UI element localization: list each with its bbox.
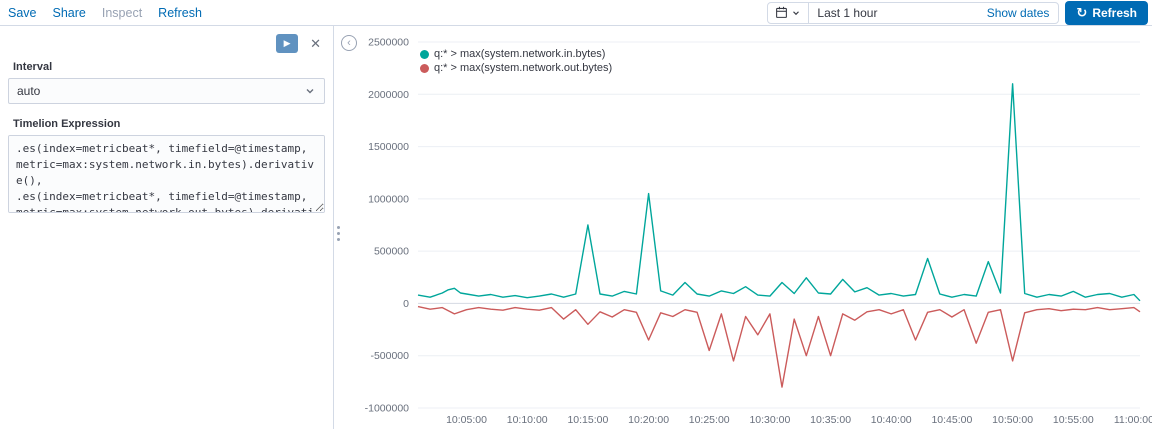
calendar-icon <box>775 6 788 19</box>
play-icon: ▶ <box>284 38 291 49</box>
svg-text:0: 0 <box>403 298 409 310</box>
svg-text:10:25:00: 10:25:00 <box>689 414 730 426</box>
legend-label: q:* > max(system.network.in.bytes) <box>434 48 605 60</box>
timelion-expression-input[interactable]: .es(index=metricbeat*, timefield=@timest… <box>8 135 325 213</box>
legend-item-network-out[interactable]: q:* > max(system.network.out.bytes) <box>420 62 612 74</box>
refresh-button-label: Refresh <box>1092 6 1137 20</box>
chevron-down-icon <box>304 85 316 97</box>
time-controls: Last 1 hour Show dates ↻ Refresh <box>767 1 1148 25</box>
svg-text:2000000: 2000000 <box>368 89 409 101</box>
top-navigation-bar: Save Share Inspect Refresh Last 1 hour S… <box>0 0 1152 26</box>
interval-label: Interval <box>13 61 325 73</box>
svg-text:2500000: 2500000 <box>368 37 409 49</box>
svg-text:10:10:00: 10:10:00 <box>507 414 548 426</box>
svg-text:1000000: 1000000 <box>368 193 409 205</box>
svg-text:10:40:00: 10:40:00 <box>871 414 912 426</box>
svg-text:500000: 500000 <box>374 246 409 258</box>
svg-text:-1000000: -1000000 <box>365 403 410 415</box>
svg-text:10:30:00: 10:30:00 <box>749 414 790 426</box>
svg-text:10:35:00: 10:35:00 <box>810 414 851 426</box>
svg-text:10:15:00: 10:15:00 <box>567 414 608 426</box>
svg-text:-500000: -500000 <box>370 350 409 362</box>
show-dates-button[interactable]: Show dates <box>978 6 1059 20</box>
svg-text:11:00:00: 11:00:00 <box>1114 414 1152 426</box>
timelion-chart[interactable]: 2500000 2000000 1500000 1000000 500000 0 -5000… <box>334 26 1152 429</box>
refresh-icon: ↻ <box>1076 6 1087 19</box>
time-range-value[interactable]: Last 1 hour <box>809 6 977 20</box>
share-button[interactable]: Share <box>53 6 86 20</box>
chevron-down-icon <box>791 8 801 18</box>
save-button[interactable]: Save <box>8 6 37 20</box>
legend-swatch <box>420 64 429 73</box>
legend-swatch <box>420 50 429 59</box>
legend-item-network-in[interactable]: q:* > max(system.network.in.bytes) <box>420 48 612 60</box>
time-range-picker[interactable]: Last 1 hour Show dates <box>767 2 1059 24</box>
chart-legend: q:* > max(system.network.in.bytes) q:* >… <box>420 48 612 74</box>
legend-label: q:* > max(system.network.out.bytes) <box>434 62 612 74</box>
run-expression-button[interactable]: ▶ <box>276 34 298 53</box>
svg-text:1500000: 1500000 <box>368 141 409 153</box>
svg-text:10:55:00: 10:55:00 <box>1053 414 1094 426</box>
expression-label: Timelion Expression <box>13 118 325 130</box>
app-menu: Save Share Inspect Refresh <box>8 6 202 20</box>
svg-text:10:20:00: 10:20:00 <box>628 414 669 426</box>
svg-text:10:45:00: 10:45:00 <box>931 414 972 426</box>
editor-panel-header: ▶ ✕ <box>8 34 323 53</box>
svg-text:10:05:00: 10:05:00 <box>446 414 487 426</box>
inspect-button[interactable]: Inspect <box>102 6 142 20</box>
interval-select[interactable]: auto <box>8 78 325 104</box>
chart-panel: ‹ 25000002000000150000010000005000000-50… <box>334 26 1152 429</box>
quick-select-button[interactable] <box>768 3 809 23</box>
main-content: ▶ ✕ Interval auto Timelion Expression .e… <box>0 26 1152 429</box>
refresh-button[interactable]: ↻ Refresh <box>1065 1 1148 25</box>
close-editor-button[interactable]: ✕ <box>308 35 323 52</box>
svg-text:10:50:00: 10:50:00 <box>992 414 1033 426</box>
refresh-menu-button[interactable]: Refresh <box>158 6 202 20</box>
timelion-editor-panel: ▶ ✕ Interval auto Timelion Expression .e… <box>0 26 334 429</box>
close-icon: ✕ <box>310 36 321 51</box>
interval-value: auto <box>17 84 40 98</box>
